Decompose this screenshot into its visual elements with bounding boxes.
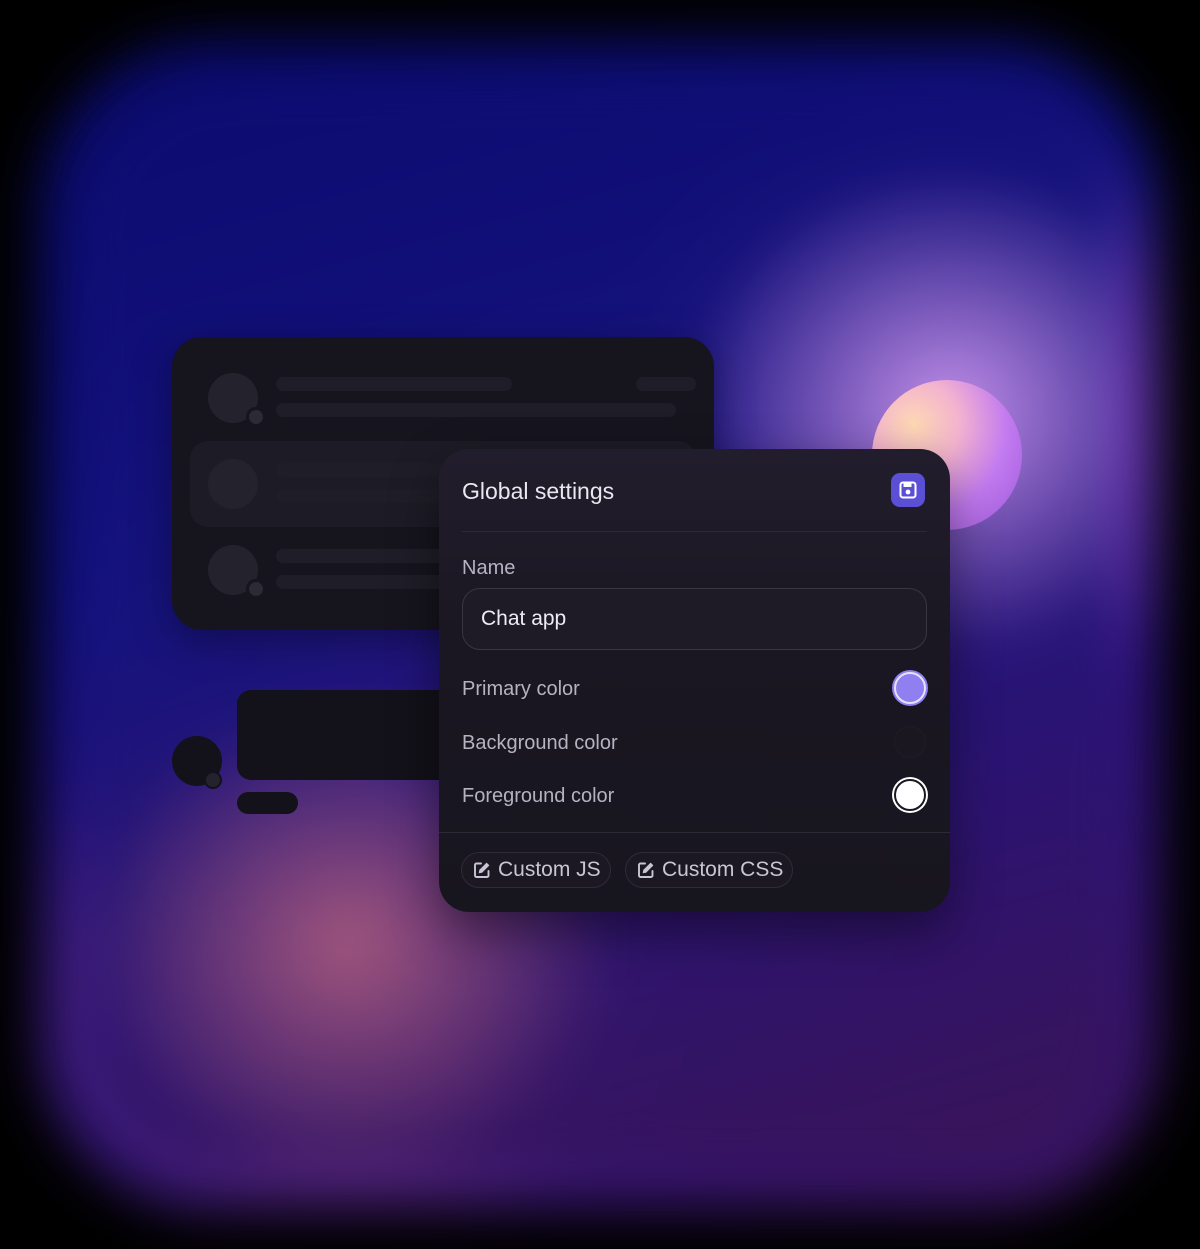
skeleton-line <box>636 377 696 391</box>
message-bubble <box>237 690 467 780</box>
presence-dot <box>204 771 222 789</box>
settings-title: Global settings <box>462 478 615 504</box>
custom-js-label: Custom JS <box>498 858 601 881</box>
name-input[interactable] <box>462 588 927 650</box>
edit-icon <box>638 862 654 878</box>
divider <box>462 531 927 532</box>
avatar <box>208 459 258 509</box>
foreground-color-swatch[interactable] <box>894 779 926 811</box>
background-color-swatch[interactable] <box>894 726 926 758</box>
presence-dot <box>246 579 266 599</box>
stage: Global settings Name Primary color Backg… <box>0 0 1200 1249</box>
presence-dot <box>246 407 266 427</box>
global-settings-panel: Global settings Name Primary color Backg… <box>439 449 950 912</box>
save-button[interactable] <box>891 473 925 507</box>
custom-js-button[interactable]: Custom JS <box>461 852 611 888</box>
floppy-disk-icon <box>899 481 917 499</box>
settings-header: Global settings <box>439 449 950 531</box>
message-timestamp-placeholder <box>237 792 298 814</box>
edit-icon <box>474 862 490 878</box>
background-color-label: Background color <box>462 732 618 754</box>
divider <box>439 832 950 833</box>
skeleton-line <box>276 377 512 391</box>
primary-color-label: Primary color <box>462 678 580 700</box>
custom-css-button[interactable]: Custom CSS <box>625 852 794 888</box>
skeleton-line <box>276 403 676 417</box>
chat-list-item[interactable] <box>190 355 696 441</box>
custom-css-label: Custom CSS <box>662 858 784 881</box>
primary-color-swatch[interactable] <box>894 672 926 704</box>
foreground-color-label: Foreground color <box>462 785 615 807</box>
name-label: Name <box>462 557 516 579</box>
